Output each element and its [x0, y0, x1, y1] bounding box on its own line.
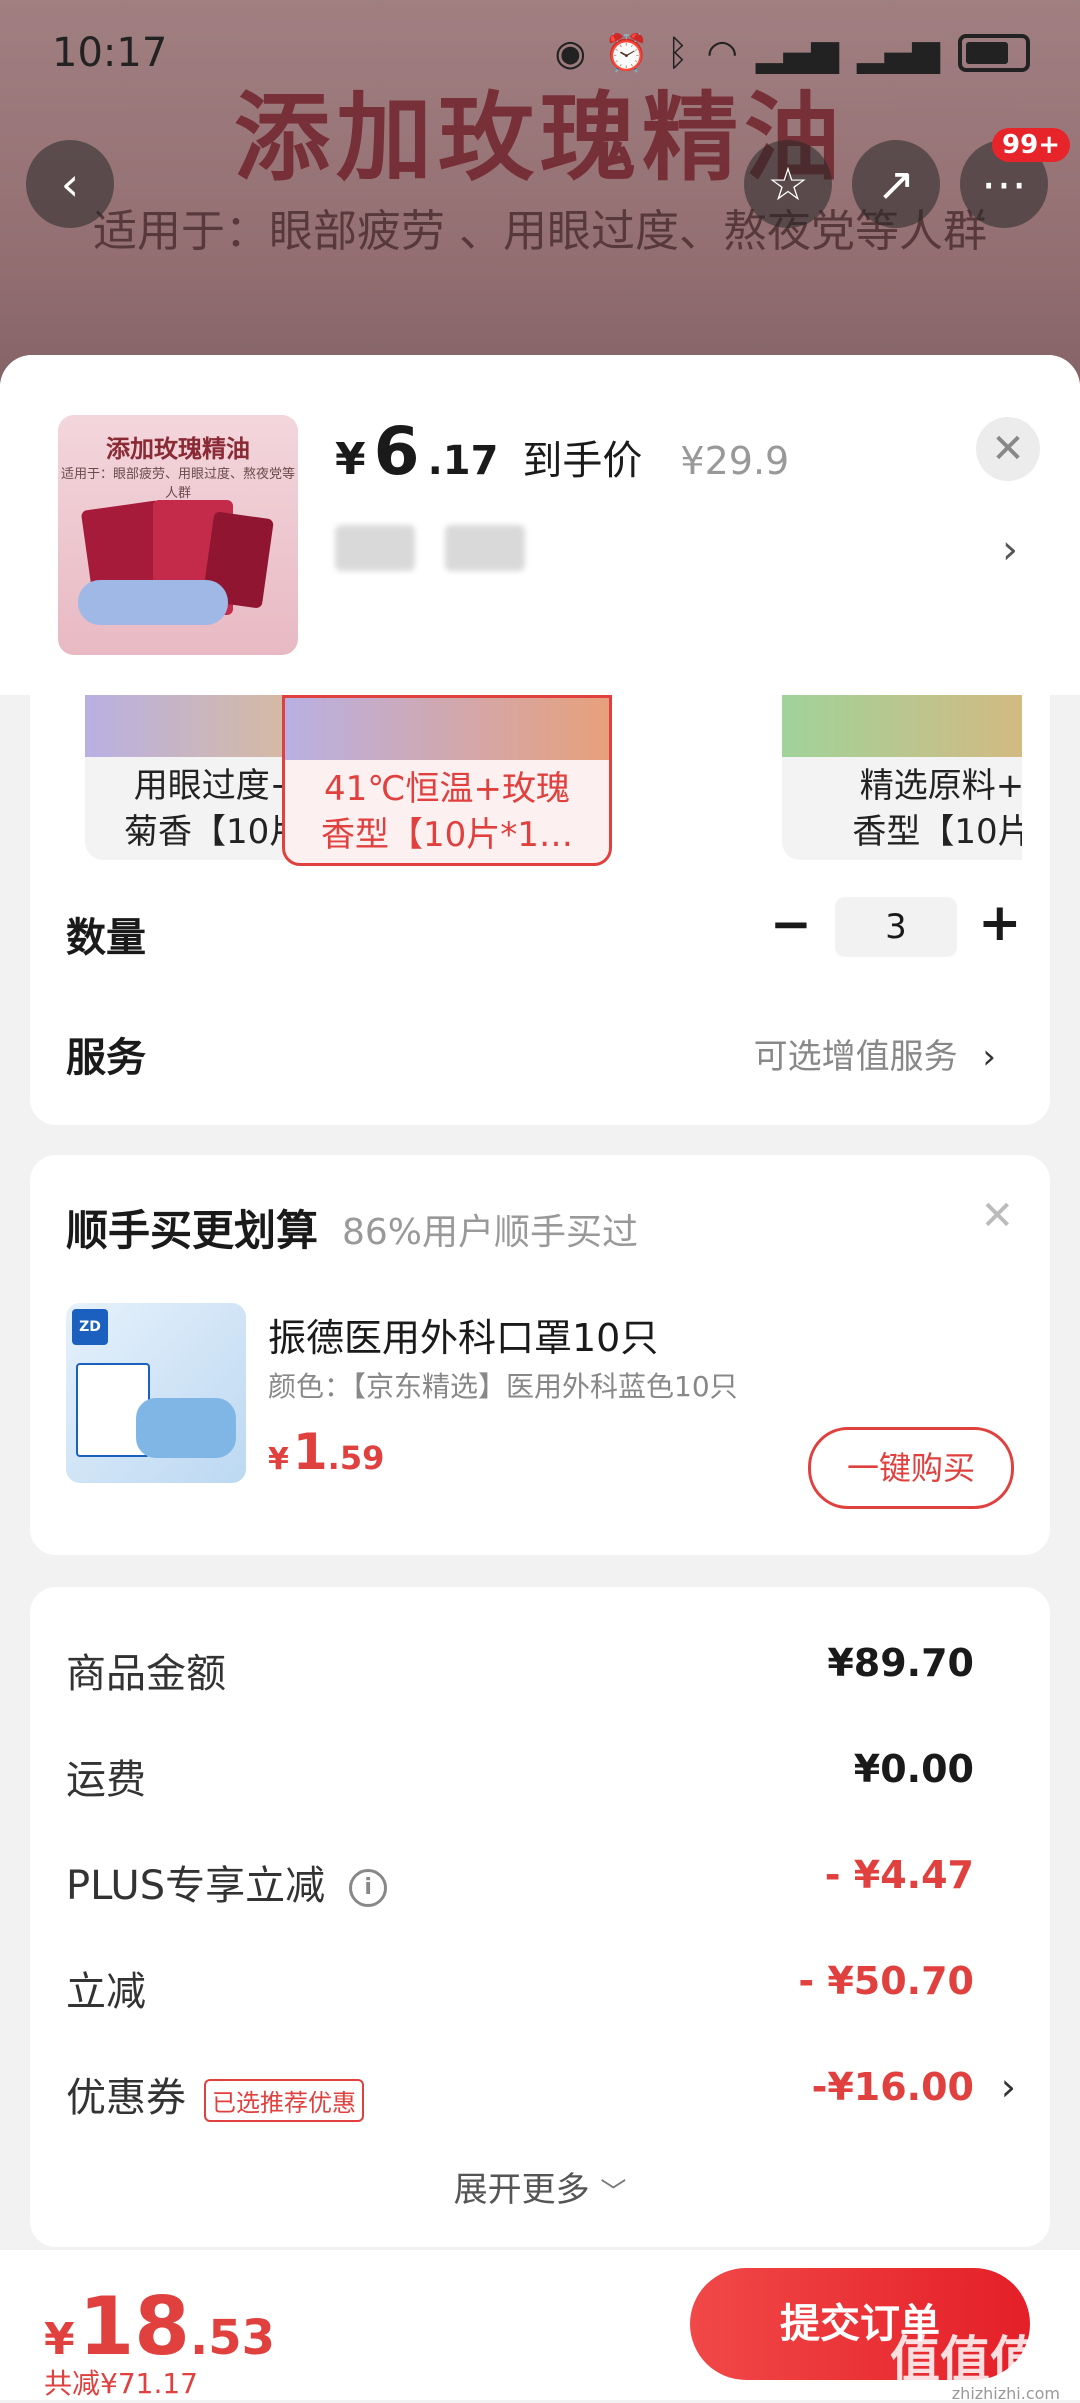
summary-row-goods: 商品金额 ¥89.70 [66, 1641, 996, 1701]
thumb-title: 添加玫瑰精油 [106, 435, 250, 463]
summary-value: ¥0.00 [853, 1747, 974, 1791]
price-symbol: ¥ [335, 434, 366, 485]
addon-price: ¥ 1 .59 [268, 1423, 385, 1481]
info-icon[interactable]: i [349, 1869, 388, 1907]
back-button[interactable]: ‹ [26, 140, 114, 228]
eye-icon: ◉ [554, 32, 587, 74]
summary-row-coupon[interactable]: 优惠券 已选推荐优惠 -¥16.00 › [66, 2065, 1016, 2125]
chevron-right-icon[interactable]: › [1002, 527, 1018, 573]
addon-close-icon[interactable]: ✕ [980, 1193, 1014, 1239]
coupon-tag: 已选推荐优惠 [204, 2078, 364, 2122]
summary-label: 立减 [66, 1969, 146, 2015]
share-button[interactable]: ↗ [852, 140, 940, 228]
variant-option-selected[interactable]: 41℃恒温+玫瑰 香型【10片*1… [282, 695, 612, 866]
signal-icon-2: ▂▄▆ [856, 32, 940, 74]
addon-card: 顺手买更划算 86%用户顺手买过 ✕ ZD 振德医用外科口罩10只 颜色：【京东… [30, 1155, 1050, 1555]
total-saved: 共减¥71.17 [44, 2367, 198, 2400]
status-time: 10:17 [52, 30, 168, 76]
more-icon: ⋯ [981, 157, 1027, 211]
total-price: ¥ 18 .53 [44, 2280, 275, 2373]
addon-product-name[interactable]: 振德医用外科口罩10只 [268, 1307, 658, 1362]
summary-value: - ¥4.47 [824, 1853, 974, 1897]
eye-mask-image [78, 580, 228, 625]
summary-label: 运费 [66, 1757, 146, 1803]
expand-more-button[interactable]: 展开更多 ﹀ [30, 2162, 1050, 2211]
summary-label: 优惠券 [66, 2075, 186, 2121]
service-value: 可选增值服务 [753, 1037, 958, 1077]
variant-option[interactable]: 精选原料+ 香型【10片 [782, 695, 1022, 860]
blurred-selection [335, 525, 525, 571]
share-icon: ↗ [876, 157, 916, 211]
status-icons: ◉ ⏰ ᛒ ◠ ▂▄▆ ▂▄▆ [555, 32, 1030, 74]
summary-label: 商品金额 [66, 1651, 226, 1697]
quantity-increase-button[interactable]: + [978, 893, 1022, 953]
chevron-down-icon: ﹀ [600, 2178, 627, 2208]
watermark-url: zhizhizhi.com [951, 2384, 1060, 2403]
addon-subtitle: 86%用户顺手买过 [342, 1212, 639, 1253]
bottom-bar: ¥ 18 .53 共减¥71.17 提交订单 值值值 zhizhizhi.com [0, 2250, 1080, 2403]
price-int: 6 [373, 413, 420, 490]
summary-row-shipping: 运费 ¥0.00 [66, 1747, 996, 1807]
mask-image [136, 1398, 236, 1458]
expand-more-label: 展开更多 [453, 2170, 590, 2210]
thumb-subtitle: 适用于：眼部疲劳、用眼过度、熬夜党等人群 [60, 467, 295, 501]
quantity-decrease-button[interactable]: − [770, 895, 812, 953]
sheet-header: 添加玫瑰精油 适用于：眼部疲劳、用眼过度、熬夜党等人群 ¥ 6 .17 到手价 … [0, 355, 1080, 695]
addon-product-color: 颜色：【京东精选】医用外科蓝色10只 [268, 1370, 738, 1403]
status-bar: 10:17 ◉ ⏰ ᛒ ◠ ▂▄▆ ▂▄▆ [0, 0, 1080, 110]
more-button[interactable]: ⋯ 99+ [960, 128, 1070, 228]
close-button[interactable]: ✕ [976, 417, 1040, 481]
close-icon: ✕ [991, 426, 1025, 472]
chevron-right-icon: › [982, 1037, 996, 1077]
summary-value: - ¥50.70 [798, 1959, 974, 2003]
spec-card: 用眼过度+洋甘 菊香【10片*1… 41℃恒温+玫瑰 香型【10片*1… 精选原料+… [30, 695, 1050, 1125]
wifi-icon: ◠ [706, 32, 738, 74]
addon-title: 顺手买更划算 [66, 1206, 319, 1255]
signal-icon: ▂▄▆ [755, 32, 839, 74]
star-icon: ☆ [767, 157, 809, 211]
order-summary-card: 商品金额 ¥89.70 运费 ¥0.00 PLUS专享立减 i - ¥4.47 立… [30, 1587, 1050, 2247]
watermark: 值值值 [890, 2331, 1040, 2389]
quantity-label: 数量 [66, 915, 146, 961]
one-click-buy-button[interactable]: 一键购买 [808, 1427, 1014, 1509]
service-label: 服务 [66, 1035, 146, 1081]
original-price: ¥29.9 [680, 439, 790, 483]
variant-label: 精选原料+ 香型【10片 [852, 766, 1022, 852]
price-row: ¥ 6 .17 到手价 ¥29.9 [335, 413, 789, 490]
product-thumbnail: 添加玫瑰精油 适用于：眼部疲劳、用眼过度、熬夜党等人群 [58, 415, 298, 655]
summary-value: -¥16.00 [811, 2065, 974, 2109]
variant-image [782, 695, 1022, 757]
addon-product-image[interactable]: ZD [66, 1303, 246, 1483]
summary-label: PLUS专享立减 [66, 1863, 326, 1909]
summary-row-instant-discount: 立减 - ¥50.70 [66, 1959, 996, 2019]
summary-row-plus-discount: PLUS专享立减 i - ¥4.47 [66, 1853, 996, 1913]
alarm-icon: ⏰ [604, 33, 649, 74]
bluetooth-icon: ᛒ [666, 32, 689, 74]
summary-value: ¥89.70 [827, 1641, 974, 1685]
service-selector[interactable]: 可选增值服务 › [754, 1029, 996, 1078]
brand-logo: ZD [72, 1309, 108, 1345]
variant-label: 41℃恒温+玫瑰 香型【10片*1… [321, 769, 573, 855]
price-dec: .17 [427, 438, 499, 484]
summary-label-wrap: 优惠券 已选推荐优惠 [66, 2065, 364, 2123]
quantity-input[interactable]: 3 [835, 897, 957, 957]
order-sheet: 添加玫瑰精油 适用于：眼部疲劳、用眼过度、熬夜党等人群 ¥ 6 .17 到手价 … [0, 355, 1080, 2400]
summary-label-wrap: PLUS专享立减 i [66, 1853, 388, 1911]
price-tag: 到手价 [522, 438, 643, 484]
chevron-right-icon: › [1000, 2065, 1016, 2109]
battery-icon [958, 34, 1030, 72]
chevron-left-icon: ‹ [60, 157, 80, 211]
variant-image [285, 698, 609, 760]
favorite-button[interactable]: ☆ [744, 140, 832, 228]
notification-badge: 99+ [992, 128, 1070, 162]
